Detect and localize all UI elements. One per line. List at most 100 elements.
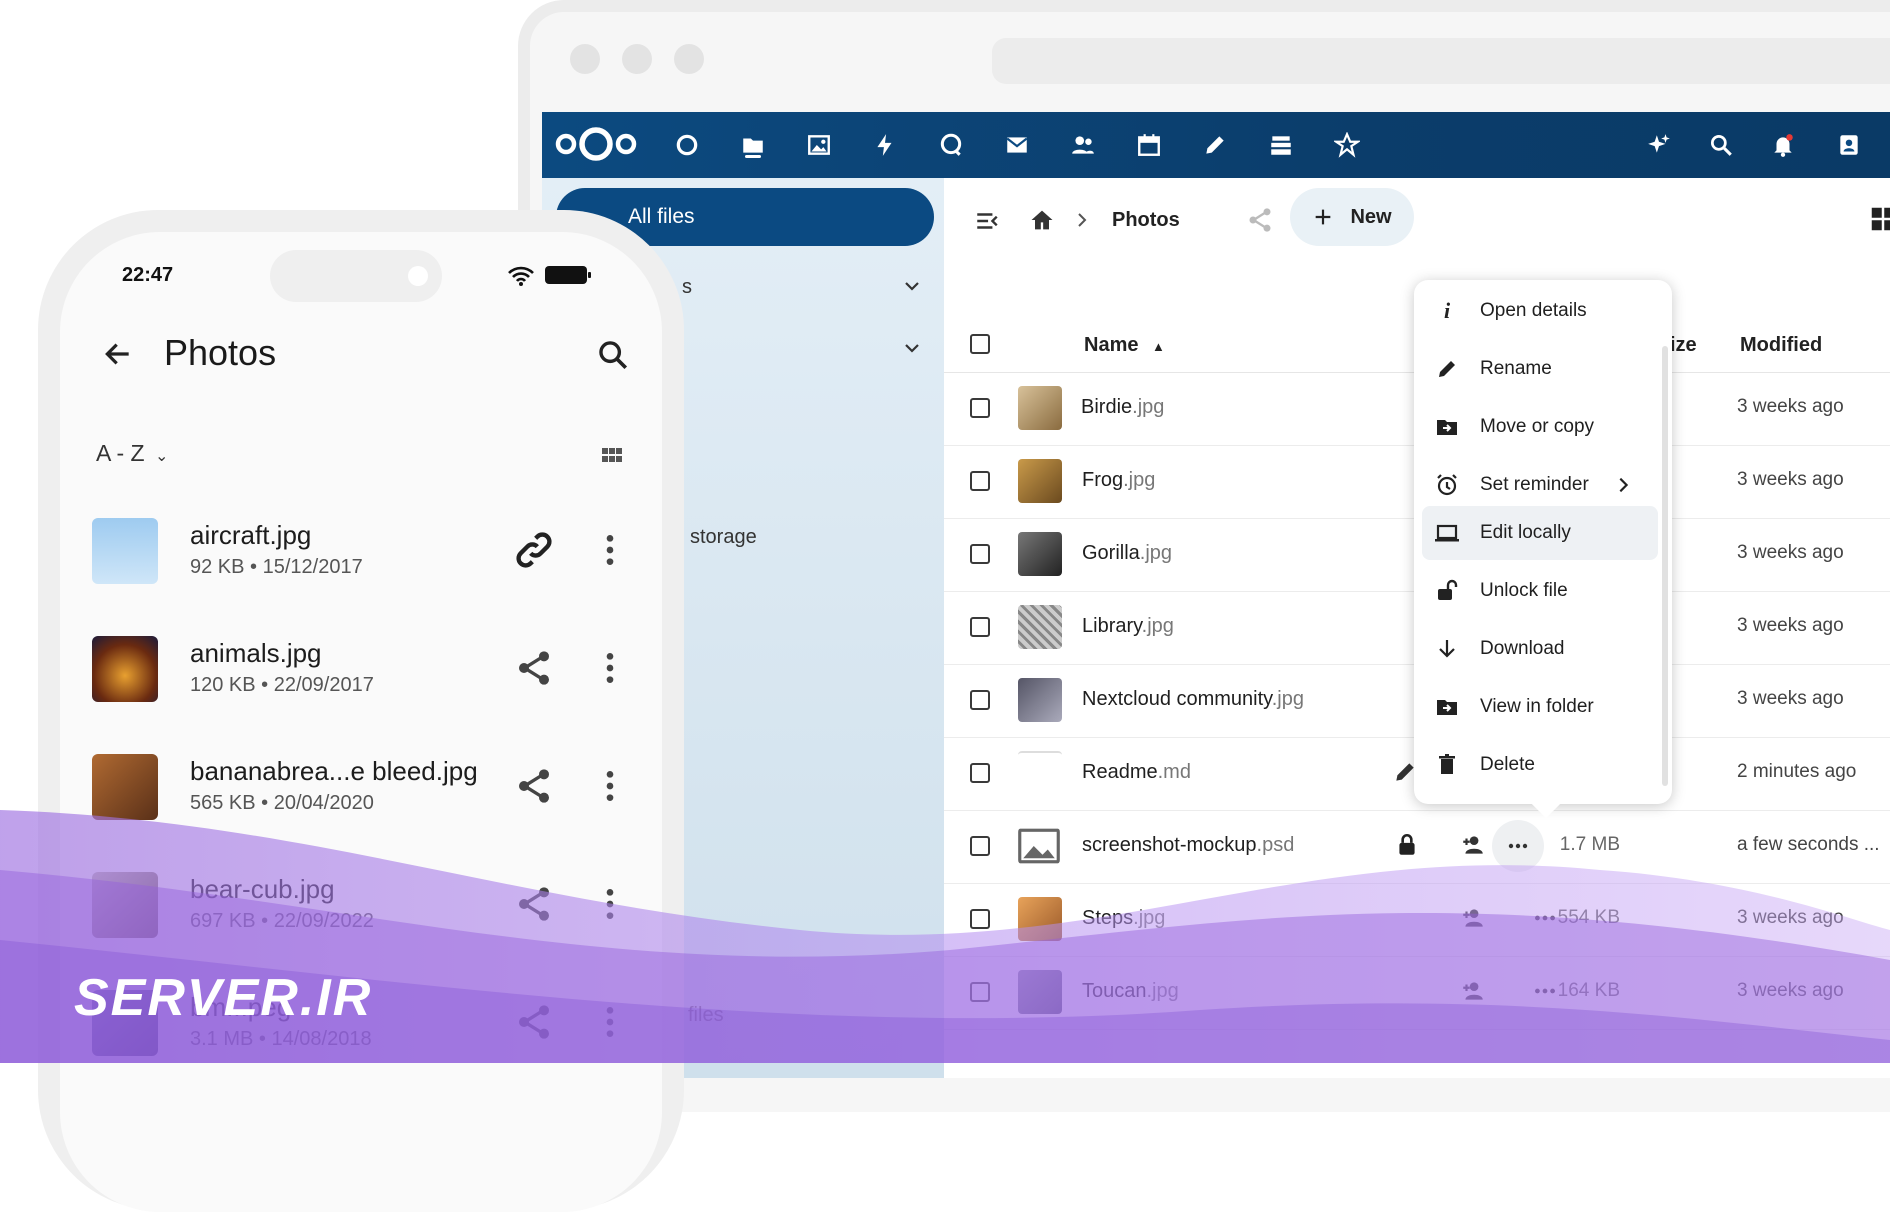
file-thumbnail [1018,751,1062,797]
share-icon[interactable] [514,648,554,688]
address-bar[interactable] [992,38,1890,84]
file-name[interactable]: Birdie.jpg [1081,396,1164,419]
chevron-down-icon[interactable] [902,276,922,296]
new-button[interactable]: New [1290,188,1414,246]
file-name: animals.jpg [190,638,322,668]
row-checkbox[interactable] [970,982,990,1002]
window-dot-close[interactable] [570,44,600,74]
menu-collapse-icon[interactable] [974,208,1000,234]
share-icon[interactable] [514,766,554,806]
grid-view-icon[interactable] [1868,204,1890,234]
file-name[interactable]: Steps.jpg [1082,907,1165,930]
share-user-icon[interactable] [1460,832,1486,858]
menu-item-edit-locally[interactable]: Edit locally [1422,506,1658,560]
back-arrow-icon[interactable] [102,338,134,370]
more-vertical-icon[interactable] [590,648,630,688]
row-checkbox[interactable] [970,836,990,856]
file-meta: 697 KB • 22/09/2022 [190,910,374,932]
breadcrumb-current[interactable]: Photos [1112,200,1180,240]
grid-view-icon[interactable] [600,444,624,468]
file-name[interactable]: Frog.jpg [1082,469,1155,492]
file-meta: 120 KB • 22/09/2017 [190,674,374,696]
nextcloud-logo-icon[interactable] [554,124,638,164]
share-icon[interactable] [514,884,554,924]
photos-icon[interactable] [802,128,836,162]
chevron-down-icon[interactable] [902,338,922,358]
menu-item-download[interactable]: Download [1414,622,1672,676]
list-item[interactable]: bear-cub.jpg 697 KB • 22/09/2022 [60,858,662,976]
file-name[interactable]: Readme.md [1082,761,1191,784]
window-dot-maximize[interactable] [674,44,704,74]
share-user-icon[interactable] [1460,905,1486,931]
notifications-bell-icon[interactable] [1766,128,1800,162]
file-thumbnail [92,754,158,820]
list-item[interactable]: aircraft.jpg 92 KB • 15/12/2017 [60,504,662,622]
more-vertical-icon[interactable] [590,766,630,806]
file-name[interactable]: Gorilla.jpg [1082,542,1172,565]
file-modified: a few seconds ... [1737,834,1880,855]
share-icon[interactable] [1246,206,1274,234]
assistant-star-icon[interactable] [1330,128,1364,162]
row-checkbox[interactable] [970,617,990,637]
file-modified: 2 minutes ago [1737,761,1857,782]
column-header-name[interactable]: Name ▲ [1084,334,1165,357]
more-vertical-icon[interactable] [590,884,630,924]
row-checkbox[interactable] [970,471,990,491]
select-all-checkbox[interactable] [970,334,990,354]
ai-sparkle-icon[interactable] [1642,128,1676,162]
menu-item-set-reminder[interactable]: Set reminder [1414,458,1672,512]
sidebar-item-truncated[interactable]: s [682,276,692,299]
window-dot-minimize[interactable] [622,44,652,74]
file-size: 164 KB [1557,980,1620,1001]
calendar-icon[interactable] [1132,128,1166,162]
file-modified: 3 weeks ago [1737,907,1844,928]
contacts-menu-icon[interactable] [1832,128,1866,162]
column-header-modified[interactable]: Modified [1740,334,1822,357]
sidebar-item-storage[interactable]: storage [690,526,757,549]
mail-icon[interactable] [1000,128,1034,162]
files-icon[interactable] [736,128,770,162]
dashboard-icon[interactable] [670,128,704,162]
link-icon[interactable] [514,530,554,570]
menu-item-open-details[interactable]: i Open details [1414,284,1672,338]
list-item[interactable]: animals.jpg 120 KB • 22/09/2017 [60,622,662,740]
contacts-icon[interactable] [1066,128,1100,162]
file-thumbnail [92,518,158,584]
column-header-size[interactable]: ize [1670,334,1697,357]
file-row[interactable]: screenshot-mockup.psd 1.7 MB a few secon… [944,810,1890,884]
search-icon[interactable] [1704,128,1738,162]
notes-pencil-icon[interactable] [1198,128,1232,162]
talk-icon[interactable] [934,128,968,162]
activity-icon[interactable] [868,128,902,162]
sort-dropdown[interactable]: A - Z ⌄ [96,440,168,467]
share-user-icon[interactable] [1460,978,1486,1004]
file-row[interactable]: Toucan.jpg 164 KB 3 weeks ago [944,956,1890,1030]
sidebar-item-files[interactable]: files [688,1004,724,1027]
menu-item-view-in-folder[interactable]: View in folder [1414,680,1672,734]
file-name[interactable]: Nextcloud community.jpg [1082,688,1304,711]
menu-item-delete[interactable]: Delete [1414,738,1672,792]
row-checkbox[interactable] [970,690,990,710]
search-icon[interactable] [596,338,630,372]
row-checkbox[interactable] [970,763,990,783]
menu-item-move-or-copy[interactable]: Move or copy [1414,400,1672,454]
list-item[interactable]: bananabrea...e bleed.jpg 565 KB • 20/04/… [60,740,662,858]
menu-item-rename[interactable]: Rename [1414,342,1672,396]
more-vertical-icon[interactable] [590,1002,630,1042]
file-thumbnail [1018,532,1062,576]
menu-item-unlock-file[interactable]: Unlock file [1414,564,1672,618]
file-name[interactable]: screenshot-mockup.psd [1082,834,1294,857]
row-checkbox[interactable] [970,398,990,418]
share-icon[interactable] [514,1002,554,1042]
file-name[interactable]: Toucan.jpg [1082,980,1179,1003]
home-icon[interactable] [1028,206,1056,234]
image-placeholder-icon [1018,828,1060,864]
deck-icon[interactable] [1264,128,1298,162]
file-thumbnail [1018,678,1062,722]
row-checkbox[interactable] [970,544,990,564]
more-vertical-icon[interactable] [590,530,630,570]
watermark-logo: SERVER.IR [74,969,373,1027]
row-checkbox[interactable] [970,909,990,929]
file-row[interactable]: Steps.jpg 554 KB 3 weeks ago [944,883,1890,957]
file-name[interactable]: Library.jpg [1082,615,1174,638]
